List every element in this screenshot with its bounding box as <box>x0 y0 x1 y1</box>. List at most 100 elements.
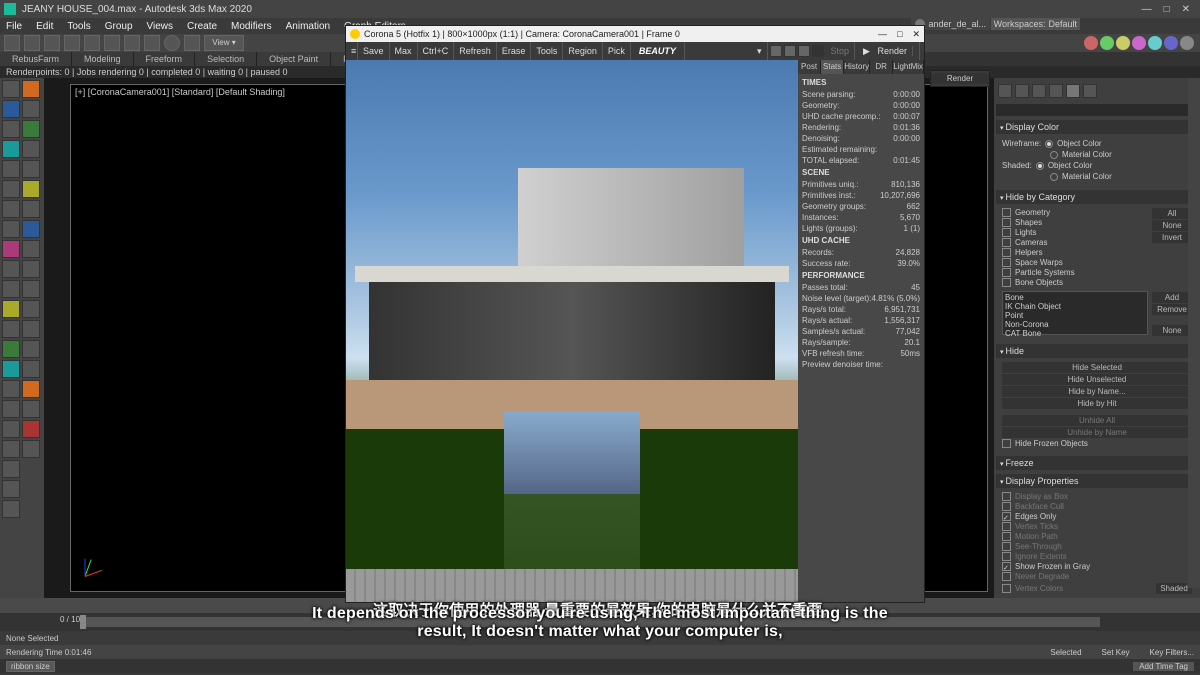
tool-icon[interactable] <box>22 200 40 218</box>
btn-remove[interactable]: Remove <box>1152 304 1192 315</box>
viewport-label[interactable]: [+] [CoronaCamera001] [Standard] [Defaul… <box>75 87 285 97</box>
orb-systems-icon[interactable] <box>1180 36 1194 50</box>
name-field[interactable] <box>996 104 1198 116</box>
tool-icon[interactable] <box>2 260 20 278</box>
tool-icon[interactable] <box>2 200 20 218</box>
corona-close-button[interactable]: ✕ <box>912 29 920 40</box>
tool-icon[interactable] <box>2 440 20 458</box>
tool-icon[interactable] <box>22 400 40 418</box>
btn-hide-byhit[interactable]: Hide by Hit <box>1002 398 1192 409</box>
tool-icon[interactable] <box>22 420 40 438</box>
menu-views[interactable]: Views <box>147 21 174 32</box>
tool-icon[interactable] <box>22 340 40 358</box>
orb-lights-icon[interactable] <box>1116 36 1130 50</box>
corona-min-button[interactable]: — <box>878 29 887 40</box>
minimize-button[interactable]: — <box>1142 4 1152 15</box>
corona-refresh[interactable]: Refresh <box>454 42 497 60</box>
select-name-button[interactable] <box>124 35 140 51</box>
btn-invert[interactable]: Invert <box>1152 232 1192 243</box>
render-output-image[interactable] <box>346 60 798 602</box>
radio-shaded-mat[interactable] <box>1050 173 1058 181</box>
tool-icon[interactable] <box>22 360 40 378</box>
tool-icon[interactable] <box>22 280 40 298</box>
menu-animation[interactable]: Animation <box>286 21 330 32</box>
menu-edit[interactable]: Edit <box>36 21 53 32</box>
tool-icon[interactable] <box>22 100 40 118</box>
selected-filter[interactable]: Selected <box>1050 648 1081 657</box>
tab-stats[interactable]: Stats <box>821 60 844 74</box>
chk-cameras[interactable] <box>1002 238 1011 247</box>
corona-channel[interactable]: BEAUTY <box>631 42 685 60</box>
section-freeze[interactable]: Freeze <box>996 456 1198 470</box>
chk-backcull[interactable] <box>1002 502 1011 511</box>
tool-icon[interactable] <box>22 140 40 158</box>
orb-geometry-icon[interactable] <box>1084 36 1098 50</box>
chk-motionpath[interactable] <box>1002 532 1011 541</box>
btn-hide-unselected[interactable]: Hide Unselected <box>1002 374 1192 385</box>
corona-zoom2-icon[interactable] <box>784 45 796 57</box>
link-button[interactable] <box>44 35 60 51</box>
corona-zoom3-icon[interactable] <box>798 45 810 57</box>
motion-tab-icon[interactable] <box>1049 84 1063 98</box>
chk-helpers[interactable] <box>1002 248 1011 257</box>
btn-hide-selected[interactable]: Hide Selected <box>1002 362 1192 373</box>
bone-list[interactable]: Bone IK Chain Object Point Non-Corona CA… <box>1002 291 1148 335</box>
btn-none[interactable]: None <box>1152 220 1192 231</box>
corona-region[interactable]: Region <box>563 42 603 60</box>
add-time-tag[interactable]: Add Time Tag <box>1133 662 1194 671</box>
section-hide-category[interactable]: Hide by Category <box>996 190 1198 204</box>
tool-icon[interactable] <box>2 280 20 298</box>
btn-unhide-byname[interactable]: Unhide by Name <box>1002 427 1192 438</box>
utilities-tab-icon[interactable] <box>1083 84 1097 98</box>
tab-objectpaint[interactable]: Object Paint <box>257 52 331 66</box>
chk-ignoreext[interactable] <box>1002 552 1011 561</box>
chk-dispbox[interactable] <box>1002 492 1011 501</box>
chk-showfrozen[interactable] <box>1002 562 1011 571</box>
unlink-button[interactable] <box>64 35 80 51</box>
chk-spacewarps[interactable] <box>1002 258 1011 267</box>
corona-ctrlc[interactable]: Ctrl+C <box>418 42 455 60</box>
tool-icon[interactable] <box>2 420 20 438</box>
tab-dr[interactable]: DR <box>870 60 893 74</box>
corona-save[interactable]: Save <box>358 42 390 60</box>
section-disp-props[interactable]: Display Properties <box>996 474 1198 488</box>
radio-obj-color[interactable] <box>1045 140 1053 148</box>
chk-particles[interactable] <box>1002 268 1011 277</box>
btn-unhide-all[interactable]: Unhide All <box>1002 415 1192 426</box>
btn-none2[interactable]: None <box>1152 325 1192 336</box>
section-display-color[interactable]: Display Color <box>996 120 1198 134</box>
corona-stop-label[interactable]: Stop <box>826 42 856 60</box>
tool-icon[interactable] <box>22 320 40 338</box>
radio-shaded-obj[interactable] <box>1036 162 1044 170</box>
tool-icon[interactable] <box>2 480 20 498</box>
tab-lightmix[interactable]: LightMix <box>893 60 924 74</box>
tool-icon[interactable] <box>2 340 20 358</box>
chk-lights[interactable] <box>1002 228 1011 237</box>
render-button[interactable]: Render <box>931 73 989 84</box>
tool-icon[interactable] <box>2 360 20 378</box>
maxscript-input[interactable]: ribbon size <box>6 661 55 672</box>
maximize-button[interactable]: □ <box>1164 4 1170 15</box>
tool-icon[interactable] <box>2 140 20 158</box>
set-key-button[interactable]: Set Key <box>1102 648 1130 657</box>
btn-hide-byname[interactable]: Hide by Name... <box>1002 386 1192 397</box>
btn-all[interactable]: All <box>1152 208 1192 219</box>
tool-icon[interactable] <box>22 260 40 278</box>
chk-hide-frozen[interactable] <box>1002 439 1011 448</box>
tool-icon[interactable] <box>2 80 20 98</box>
modify-tab-icon[interactable] <box>1015 84 1029 98</box>
move-button[interactable] <box>144 35 160 51</box>
tool-icon[interactable] <box>2 320 20 338</box>
orb-helpers-icon[interactable] <box>1148 36 1162 50</box>
corona-erase[interactable]: Erase <box>497 42 532 60</box>
tool-icon[interactable] <box>22 80 40 98</box>
redo-button[interactable] <box>24 35 40 51</box>
corona-render-button[interactable]: ▶ Render <box>857 42 920 60</box>
key-filters-button[interactable]: Key Filters... <box>1150 648 1194 657</box>
workspace-selector[interactable]: Workspaces: Default <box>991 18 1080 30</box>
scale-button[interactable] <box>184 35 200 51</box>
corona-titlebar[interactable]: Corona 5 (Hotfix 1) | 800×1000px (1:1) |… <box>346 26 924 42</box>
menu-file[interactable]: File <box>6 21 22 32</box>
corona-max[interactable]: Max <box>390 42 418 60</box>
corona-pick[interactable]: Pick <box>603 42 631 60</box>
